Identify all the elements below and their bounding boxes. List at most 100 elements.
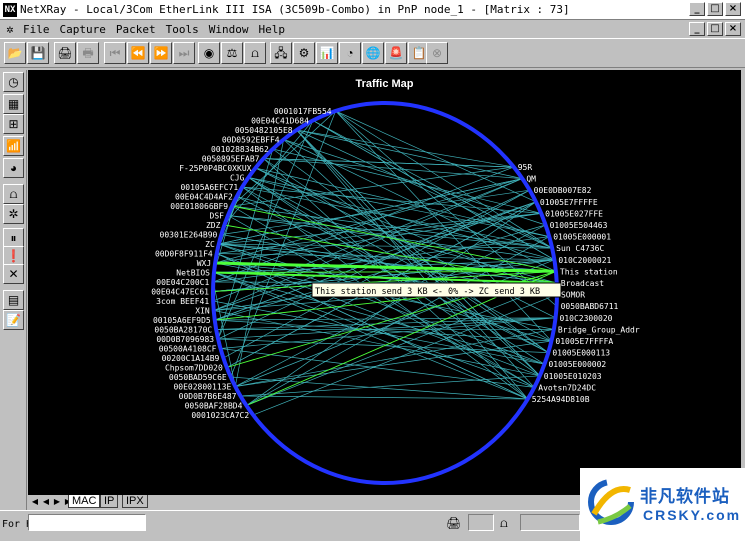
history-icon[interactable]: 📶 [3, 136, 24, 156]
print-preview-icon[interactable]: 🖶 [77, 42, 99, 64]
node-label-left[interactable]: 0050BAD59C6E [169, 373, 227, 382]
host-table-icon[interactable]: ▦ [3, 94, 24, 114]
node-label-right[interactable]: 0050BABD6711 [561, 302, 619, 311]
pie-chart-icon[interactable]: ◔ [339, 42, 361, 64]
capture-icon[interactable]: ◉ [198, 42, 220, 64]
close-button[interactable]: × [725, 2, 741, 16]
node-label-left[interactable]: 00D0F8F911F4 [155, 250, 213, 259]
alarm-icon[interactable]: 🚨 [385, 42, 407, 64]
node-label-right[interactable]: 01005E000113 [552, 349, 610, 358]
next-icon[interactable]: ⏩ [150, 42, 172, 64]
node-label-left[interactable]: 3com BEEF41 [156, 297, 209, 306]
node-label-right[interactable]: 01005E010203 [544, 372, 602, 381]
node-label-left[interactable]: Chpsom7DD020 [165, 364, 223, 373]
tab-mac[interactable]: MAC [68, 495, 101, 508]
node-label-left[interactable]: 0050482105E8 [235, 126, 293, 135]
node-label-right[interactable]: Broadcast [561, 279, 605, 288]
node-label-right[interactable]: QM [526, 175, 536, 184]
print-icon[interactable]: 🖨 [54, 42, 76, 64]
node-label-right[interactable]: 01005E027FFE [545, 209, 603, 218]
node-label-left[interactable]: 00E04C200C1 [156, 278, 209, 287]
cancel-icon[interactable]: ✕ [3, 264, 24, 284]
tab-prev-arrow-icon[interactable]: ◀ [41, 496, 51, 507]
node-label-right[interactable]: 01005E000002 [548, 360, 606, 369]
node-label-right[interactable]: 01005E7FFFFE [540, 198, 598, 207]
node-label-right[interactable]: 00E0DB007E82 [534, 186, 592, 195]
protocol-icon[interactable]: ◕ [3, 158, 24, 178]
mdi-system-icon[interactable]: ✲ [0, 22, 20, 36]
node-label-left[interactable]: 00D0B7096983 [156, 335, 214, 344]
settings-icon[interactable]: ⚙ [293, 42, 315, 64]
menu-tools[interactable]: Tools [163, 23, 206, 36]
node-label-right[interactable]: Sun C4736C [556, 244, 604, 253]
node-label-left[interactable]: ZDZ [206, 221, 221, 230]
menu-packet[interactable]: Packet [113, 23, 163, 36]
node-label-left[interactable]: 00E04C47EC61 [151, 288, 209, 297]
save-icon[interactable]: 💾 [27, 42, 49, 64]
node-label-left[interactable]: XIN [195, 307, 210, 316]
node-label-left[interactable]: 001028834B62 [211, 145, 269, 154]
node-label-left[interactable]: 00D0B7B6E487 [179, 392, 237, 401]
prev-icon[interactable]: ⏪ [127, 42, 149, 64]
node-label-left[interactable]: 00E018066BF9 [170, 202, 228, 211]
network-icon[interactable]: 🖧 [270, 42, 292, 64]
node-label-left[interactable]: 00301E264B90 [160, 231, 218, 240]
node-label-left[interactable]: CJG [230, 174, 245, 183]
child-maximize-button[interactable]: □ [707, 22, 723, 36]
matrix-icon[interactable]: ⊞ [3, 114, 24, 134]
node-label-right[interactable]: 95R [518, 163, 533, 172]
node-label-left[interactable]: 00500A4108CF [159, 345, 217, 354]
node-label-right[interactable]: 01005E504463 [550, 221, 608, 230]
menu-capture[interactable]: Capture [57, 23, 113, 36]
tab-next-arrow-icon[interactable]: ▶ [52, 496, 62, 507]
tab-ip[interactable]: IP [100, 495, 119, 508]
menu-help[interactable]: Help [255, 23, 292, 36]
node-label-right[interactable]: 01005E7FFFFA [555, 337, 613, 346]
scale-icon[interactable]: ⚖ [221, 42, 243, 64]
node-label-left[interactable]: 00105A6EFC71 [180, 183, 238, 192]
menu-window[interactable]: Window [206, 23, 256, 36]
globe-icon[interactable]: 🌐 [362, 42, 384, 64]
packet-gen-icon[interactable]: ⩍ [3, 184, 24, 204]
node-label-left[interactable]: F-25P0P4BC0XKUX [179, 164, 251, 173]
open-icon[interactable]: 📂 [4, 42, 26, 64]
tab-first-arrow-icon[interactable]: ◀ [30, 496, 40, 507]
tab-ipx[interactable]: IPX [122, 495, 148, 508]
node-label-left[interactable]: 00E04C41D684 [251, 117, 309, 126]
node-label-left[interactable]: NetBIOS [176, 269, 210, 278]
node-label-right[interactable]: Bridge_Group_Addr [558, 325, 640, 334]
node-label-right[interactable]: 01005E000001 [553, 233, 611, 242]
node-label-left[interactable]: 00E02800113E [173, 383, 231, 392]
last-icon[interactable]: ⏭ [173, 42, 195, 64]
child-close-button[interactable]: × [725, 22, 741, 36]
alert-icon[interactable]: ❗ [3, 246, 24, 266]
node-label-left[interactable]: DSF [210, 212, 225, 221]
node-label-right[interactable]: 010C2300020 [560, 314, 613, 323]
traffic-map-canvas[interactable]: 0001017FB55400E04C41D6840050482105E800D0… [28, 70, 741, 495]
node-label-left[interactable]: 0050BAF28BD4 [185, 402, 243, 411]
node-label-left[interactable]: 00200C1A14B9 [162, 354, 220, 363]
child-minimize-button[interactable]: _ [689, 22, 705, 36]
bar-chart-icon[interactable]: 📊 [316, 42, 338, 64]
first-icon[interactable]: ⏮ [104, 42, 126, 64]
node-label-right[interactable]: This station [560, 267, 618, 276]
pause-icon[interactable]: ⏸ [3, 228, 24, 248]
node-label-left[interactable]: ZC [205, 240, 215, 249]
transmit-icon[interactable]: ⩍ [244, 42, 266, 64]
node-label-left[interactable]: 0050895EFAB7 [202, 155, 260, 164]
maximize-button[interactable]: □ [707, 2, 723, 16]
grid-icon[interactable]: ▤ [3, 290, 24, 310]
note-icon[interactable]: 📝 [3, 310, 24, 330]
node-label-left[interactable]: 00E04C4D4AF2 [175, 193, 233, 202]
node-label-left[interactable]: 0050BA28170C [154, 326, 212, 335]
node-label-left[interactable]: WXJ [197, 259, 211, 268]
node-label-right[interactable]: 5254A94D810B [532, 395, 590, 404]
node-label-left[interactable]: 0001017FB554 [274, 107, 332, 116]
tools-icon[interactable]: ✲ [3, 204, 24, 224]
node-label-right[interactable]: Avotsn7D24DC [538, 383, 596, 392]
minimize-button[interactable]: _ [689, 2, 705, 16]
node-label-right[interactable]: SOMOR [561, 291, 585, 300]
menu-file[interactable]: File [20, 23, 57, 36]
node-label-left[interactable]: 00D0592EBFF4 [222, 136, 280, 145]
node-label-left[interactable]: 00105A6EF9D5 [153, 316, 211, 325]
